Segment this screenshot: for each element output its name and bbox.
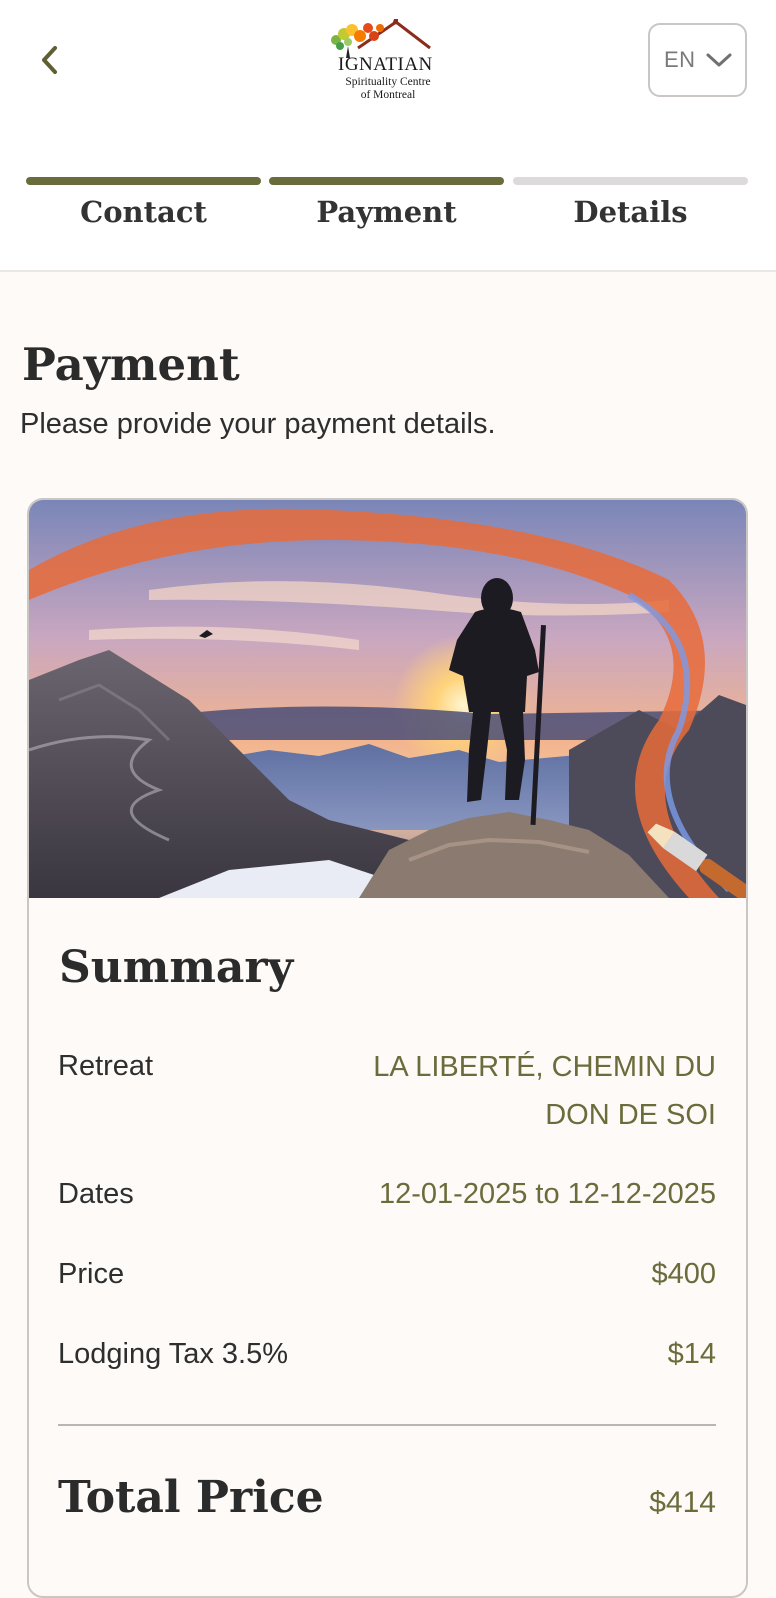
step-bar <box>26 177 261 185</box>
step-label: Contact <box>80 195 207 229</box>
chevron-left-icon <box>42 46 57 74</box>
chevron-down-icon <box>706 53 732 67</box>
language-select[interactable]: EN <box>648 23 747 97</box>
retreat-label: Retreat <box>58 1050 154 1082</box>
step-payment[interactable]: Payment <box>269 177 504 229</box>
step-label: Details <box>573 195 688 229</box>
dates-label: Dates <box>58 1178 134 1210</box>
dates-value: 12-01-2025 to 12-12-2025 <box>379 1178 716 1210</box>
hiker-mountain-illustration <box>29 500 746 898</box>
retreat-image <box>29 500 746 898</box>
logo-name: IGNATIAN <box>338 54 433 75</box>
step-label: Payment <box>316 195 457 229</box>
top-bar: IGNATIAN Spirituality Centre of Montreal… <box>0 0 776 272</box>
logo-subtitle: Spirituality Centre of Montreal <box>318 76 458 102</box>
retreat-value-line-1: LA LIBERTÉ, CHEMIN DU <box>373 1051 716 1083</box>
lodging-tax-label: Lodging Tax 3.5% <box>58 1338 289 1370</box>
logo-subtitle-line-2: of Montreal <box>360 89 416 101</box>
summary-title: Summary <box>59 942 294 993</box>
step-bar <box>269 177 504 185</box>
page-subtitle: Please provide your payment details. <box>20 408 496 440</box>
total-price-label: Total Price <box>58 1472 324 1523</box>
retreat-value-line-2: DON DE SOI <box>545 1099 716 1131</box>
total-price-value: $414 <box>649 1486 716 1519</box>
logo-subtitle-line-1: Spirituality Centre <box>345 76 431 88</box>
price-value: $400 <box>651 1258 716 1290</box>
step-details[interactable]: Details <box>513 177 748 229</box>
logo: IGNATIAN Spirituality Centre of Montreal <box>318 14 458 104</box>
language-value: EN <box>664 47 696 72</box>
back-button[interactable] <box>26 36 74 84</box>
page-title: Payment <box>22 338 240 391</box>
lodging-tax-value: $14 <box>667 1338 716 1370</box>
summary-divider <box>58 1424 716 1426</box>
price-label: Price <box>58 1258 125 1290</box>
step-bar <box>513 177 748 185</box>
retreat-value: LA LIBERTÉ, CHEMIN DU DON DE SOI <box>373 1043 716 1139</box>
step-contact[interactable]: Contact <box>26 177 261 229</box>
